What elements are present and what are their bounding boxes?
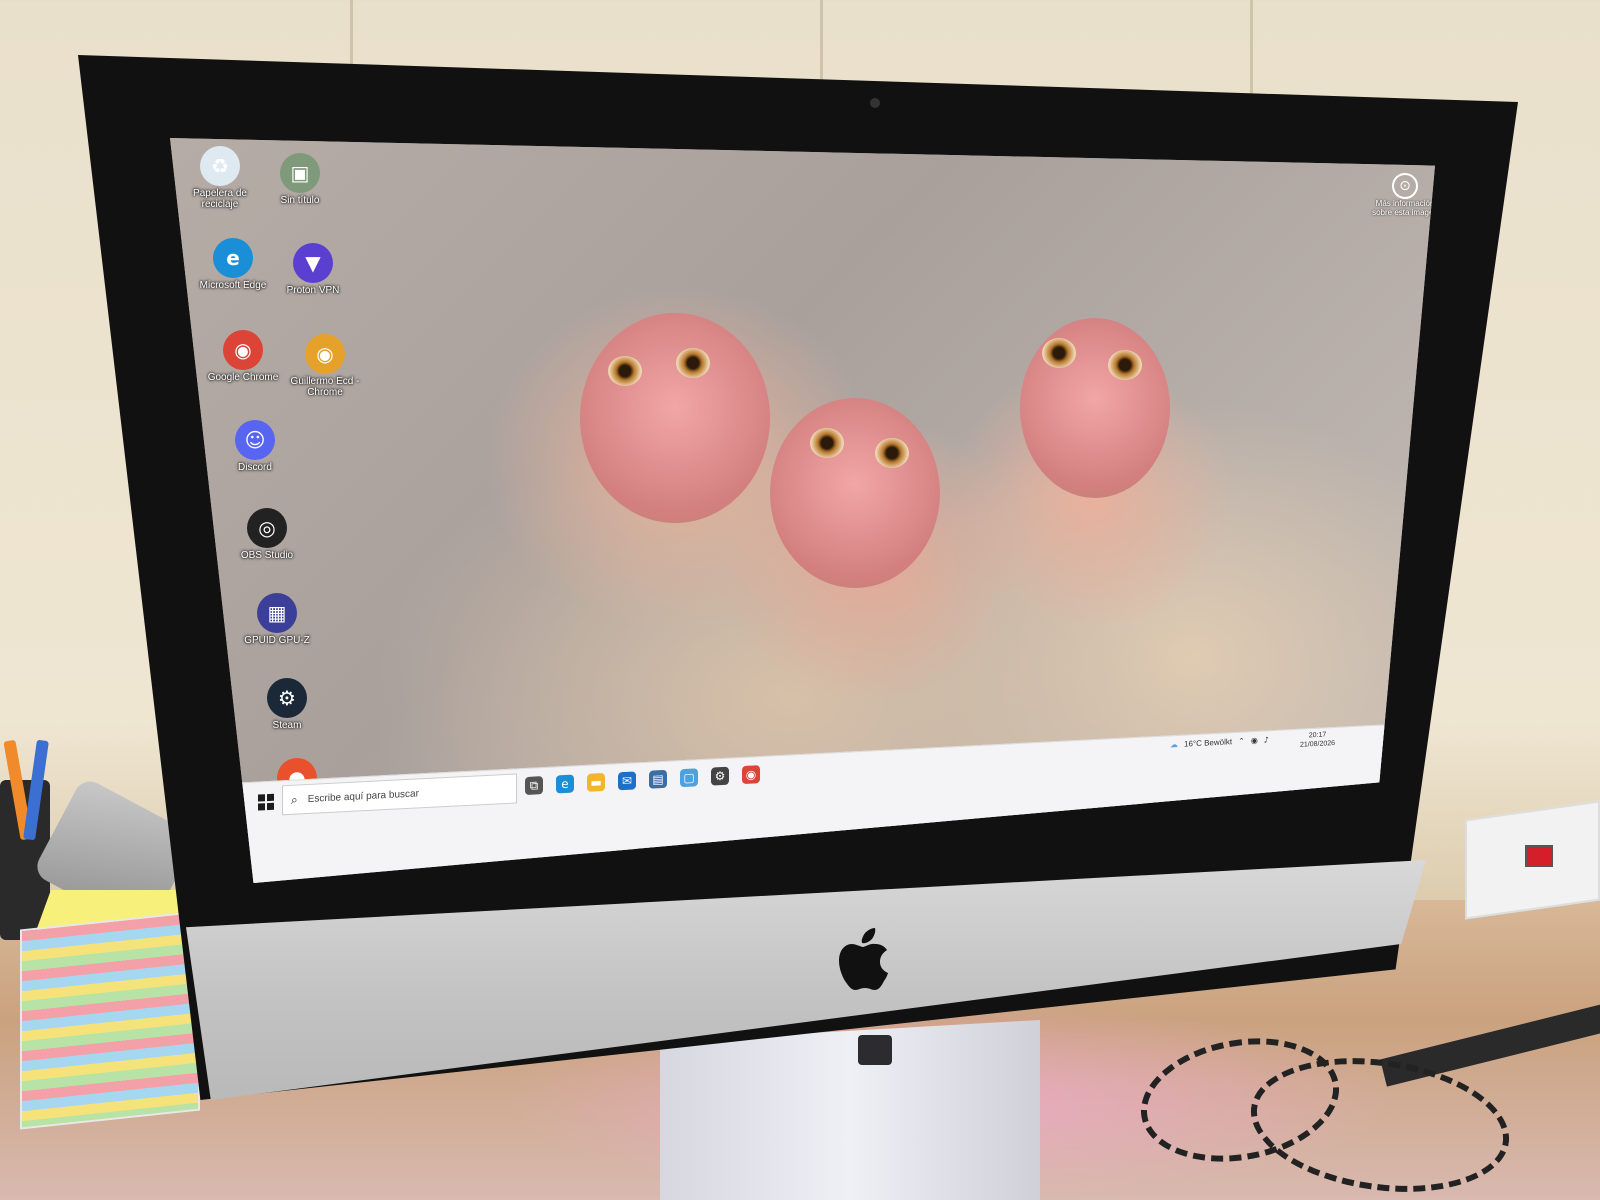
monkey-face-middle (770, 398, 940, 588)
search-input[interactable]: ⌕ Escribe aquí para buscar (282, 773, 517, 816)
taskbar-mail-icon[interactable]: ✉ (618, 771, 636, 791)
apple-logo-icon (839, 928, 888, 990)
system-tray[interactable]: ☁ 16°C Bewölkt ⌃ ◉ ♪ (1170, 735, 1269, 749)
taskbar-edge-icon[interactable]: e (556, 774, 574, 794)
guillermo-chrome-icon: ◉ (305, 334, 345, 374)
desktop-icon-steam[interactable]: ⚙ Steam (242, 678, 332, 731)
imac-stand (660, 1020, 1040, 1200)
recycle-bin-icon: ♻ (200, 146, 240, 186)
camera-icon (870, 98, 880, 108)
eye (676, 348, 710, 378)
microsoft-edge-icon: e (213, 238, 253, 278)
desktop-icon-label: Papelera de reciclaje (193, 188, 247, 210)
volume-icon[interactable]: ♪ (1264, 735, 1269, 744)
monkey-face-right (1020, 318, 1170, 498)
more-info-label: Más información sobre esta imagen (1372, 199, 1435, 217)
steam-icon: ⚙ (267, 678, 307, 718)
desktop-icon-label: Proton VPN (286, 285, 340, 296)
desktop-icon-obs-studio[interactable]: ◎ OBS Studio (222, 508, 312, 561)
desktop-icon-label: Discord (238, 462, 272, 473)
clock-date: 21/08/2026 (1300, 739, 1336, 749)
discord-icon: ☺ (235, 420, 275, 460)
desktop-icon-guillermo-chrome[interactable]: ◉ Guillermo Ecd - Chrome (280, 334, 370, 398)
google-chrome-icon: ◉ (223, 330, 263, 370)
desktop-icon-microsoft-edge[interactable]: e Microsoft Edge (188, 238, 278, 291)
search-icon: ⌕ (291, 792, 298, 807)
stand-cable-hole (858, 1035, 892, 1065)
desktop-icon-proton-vpn[interactable]: ▼ Proton VPN (268, 243, 358, 296)
desktop-icon-label: Sin título (280, 195, 320, 206)
eye (608, 356, 642, 386)
power-switch (1525, 845, 1553, 867)
eye (1042, 338, 1076, 368)
sticky-note-cube (20, 910, 200, 1130)
desktop-icon-label: Microsoft Edge (199, 280, 267, 291)
taskbar-chrome-icon[interactable]: ◉ (742, 765, 760, 785)
taskbar-photos-icon[interactable]: ▢ (680, 768, 698, 788)
desktop-icon-recycle-bin[interactable]: ♻ Papelera de reciclaje (175, 146, 265, 210)
taskbar-settings-icon[interactable]: ⚙ (711, 766, 729, 786)
weather-text: 16°C Bewölkt (1184, 737, 1233, 749)
info-icon: ⊙ (1392, 173, 1418, 199)
start-button[interactable] (258, 793, 274, 811)
desktop-icon-label: Steam (272, 720, 302, 731)
eye (1108, 350, 1142, 380)
proton-vpn-icon: ▼ (293, 243, 333, 283)
more-info-shortcut[interactable]: ⊙ Más información sobre esta imagen (1370, 173, 1435, 217)
obs-studio-icon: ◎ (247, 508, 287, 548)
desktop-icon-sin-titulo[interactable]: ▣ Sin título (255, 153, 345, 206)
desktop-icon-label: Guillermo Ecd - Chrome (290, 376, 360, 398)
gpuid-gpu-z-icon: ▦ (257, 593, 297, 633)
eye (810, 428, 844, 458)
desktop-icon-gpuid-gpu-z[interactable]: ▦ GPUID GPU-Z (232, 593, 322, 646)
desktop-icon-label: GPUID GPU-Z (244, 635, 310, 646)
cloud-icon: ☁ (1170, 739, 1178, 750)
taskbar-file-explorer-icon[interactable]: ▬ (587, 772, 605, 792)
monkey-face-left (580, 313, 770, 523)
sin-titulo-icon: ▣ (280, 153, 320, 193)
search-placeholder: Escribe aquí para buscar (307, 787, 419, 805)
taskbar-task-view-icon[interactable]: ⧉ (525, 776, 543, 796)
desktop-icon-label: Google Chrome (207, 372, 279, 383)
desktop-icon-google-chrome[interactable]: ◉ Google Chrome (198, 330, 288, 383)
clock[interactable]: 20:17 21/08/2026 (1300, 730, 1335, 750)
desktop-screen: ♻ Papelera de reciclaje ▣ Sin título e Micros… (170, 138, 1435, 883)
eye (875, 438, 909, 468)
taskbar-calculator-icon[interactable]: ▤ (649, 769, 667, 789)
desktop-icon-discord[interactable]: ☺ Discord (210, 420, 300, 473)
chevron-up-icon[interactable]: ⌃ (1238, 737, 1245, 746)
network-icon[interactable]: ◉ (1251, 736, 1258, 745)
desktop-icon-label: OBS Studio (240, 550, 294, 561)
